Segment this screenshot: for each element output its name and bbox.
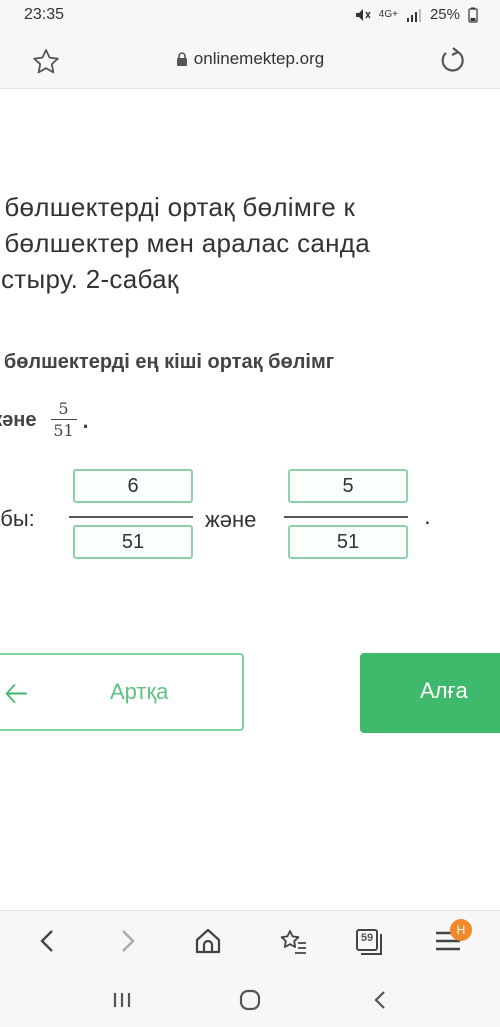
lesson-title: й бөлшектерді ортақ бөлімге к й бөлшекте…: [0, 192, 371, 294]
status-time: 23:35: [24, 6, 65, 23]
recent-apps-icon[interactable]: [107, 985, 137, 1015]
task-end-punct: .: [82, 407, 89, 433]
network-type: 4G+: [378, 9, 398, 20]
system-nav-bar: [0, 971, 500, 1027]
chevron-right-icon[interactable]: [111, 925, 143, 957]
given-numerator: 5: [58, 399, 69, 418]
answer-connector: және: [205, 507, 257, 532]
answer-label: абы:: [0, 506, 35, 531]
chevron-left-icon[interactable]: [32, 925, 64, 957]
lock-icon: [176, 52, 187, 66]
home-circle-icon[interactable]: [235, 985, 265, 1015]
tabs-count: 59: [360, 932, 374, 944]
next-button[interactable]: Алға: [360, 653, 500, 733]
browser-toolbar: 59 H: [0, 910, 500, 971]
url-text: onlinemektep.org: [193, 49, 325, 68]
fraction-bar: [284, 516, 408, 518]
battery-level: 25%: [429, 6, 460, 23]
mute-icon: [355, 8, 371, 21]
notification-badge: H: [450, 919, 472, 941]
back-icon[interactable]: [365, 985, 395, 1015]
page-content: й бөлшектерді ортақ бөлімге к й бөлшекте…: [0, 89, 500, 909]
task-connector: және: [0, 409, 37, 431]
arrow-left-icon: 🡠: [4, 677, 29, 710]
numerator-input-1[interactable]: 6: [73, 469, 193, 503]
denominator-input-2[interactable]: 51: [288, 525, 408, 559]
bookmarks-icon[interactable]: [277, 925, 309, 957]
fraction-bar: [69, 516, 193, 518]
task-instruction: й бөлшектерді ең кіші ортақ бөлімг: [0, 351, 335, 373]
url-field[interactable]: onlinemektep.org: [0, 49, 500, 69]
browser-address-bar: onlinemektep.org: [0, 32, 500, 89]
next-button-label: Алға: [420, 678, 468, 703]
back-button-label: Артқа: [110, 679, 169, 704]
signal-icon: [406, 8, 421, 22]
status-icons: 4G+ 25%: [355, 6, 478, 23]
answer-end-punct: .: [424, 503, 431, 530]
task-given: және 5 51 .: [0, 399, 89, 442]
reload-icon[interactable]: [436, 44, 470, 78]
home-icon[interactable]: [192, 925, 224, 957]
numerator-input-2[interactable]: 5: [288, 469, 408, 503]
given-fraction: 5 51: [50, 399, 77, 442]
battery-icon: [468, 7, 478, 23]
tabs-button[interactable]: 59: [354, 925, 386, 957]
denominator-input-1[interactable]: 51: [73, 525, 193, 559]
given-denominator: 51: [53, 421, 74, 440]
status-bar: 23:35 4G+ 25%: [0, 0, 500, 32]
back-button[interactable]: 🡠 Артқа: [0, 653, 244, 731]
